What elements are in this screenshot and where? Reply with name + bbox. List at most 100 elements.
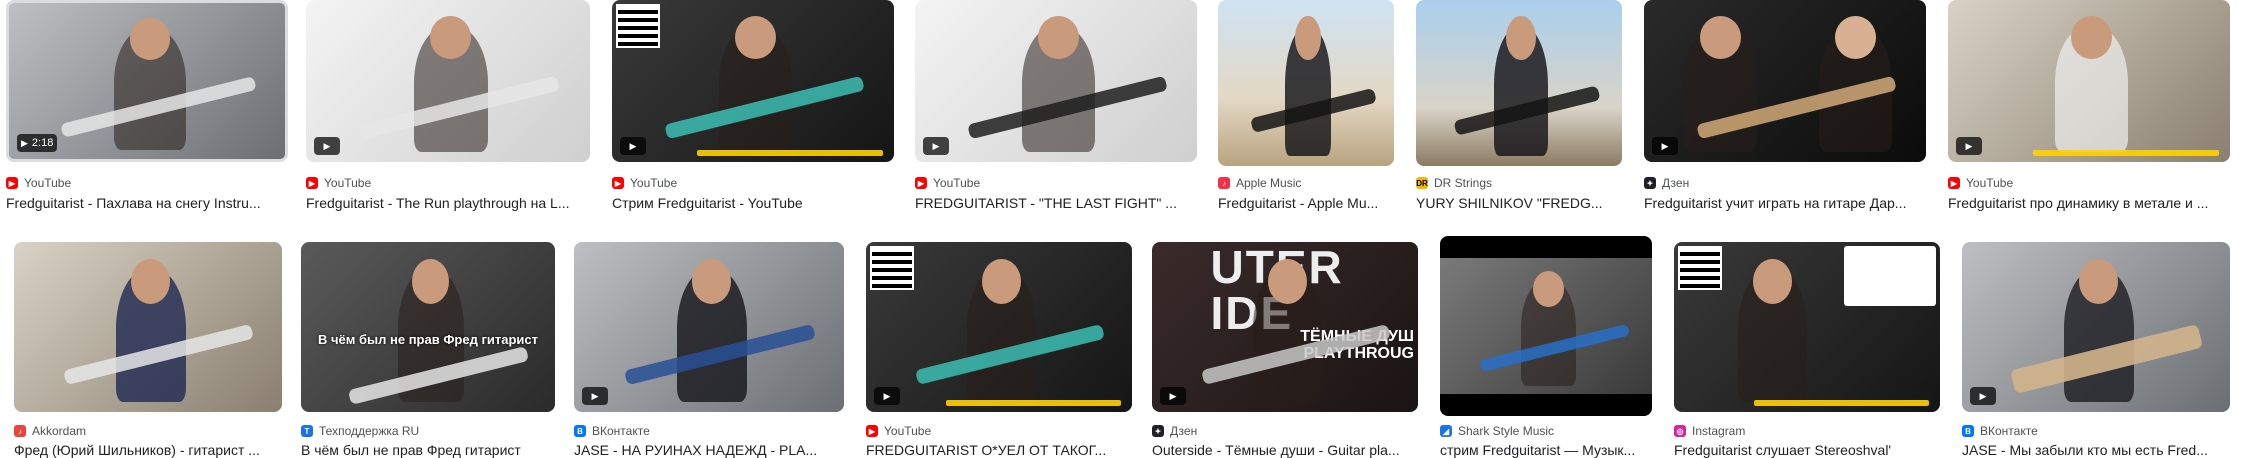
source-label: B ВКонтакте <box>1962 424 2038 438</box>
result-title[interactable]: JASE - Мы забыли кто мы есть Fred... <box>1962 442 2230 458</box>
result-title[interactable]: FREDGUITARIST - "THE LAST FIGHT" ... <box>915 195 1197 211</box>
apple-music-icon: ♪ <box>1218 177 1230 189</box>
shark-icon: ◢ <box>1440 425 1452 437</box>
result-title[interactable]: Fredguitarist слушает Stereoshval' <box>1674 442 1940 458</box>
result-card[interactable]: В чём был не прав Фред гитарист T Техподд… <box>301 242 555 458</box>
result-card[interactable]: ▶ ▶ YouTube Fredguitarist - The Run playt… <box>306 0 590 211</box>
source-label: ♪ Akkordam <box>14 424 86 438</box>
result-title[interactable]: Fredguitarist учит играть на гитаре Дар.… <box>1644 195 1926 211</box>
person-figure <box>719 15 793 153</box>
person-figure <box>1022 15 1096 153</box>
duration-badge: ▶ <box>874 387 900 405</box>
result-title[interactable]: В чём был не прав Фред гитарист <box>301 442 555 458</box>
donation-banner <box>2032 150 2219 156</box>
youtube-icon: ▶ <box>866 425 878 437</box>
source-label: ▶ YouTube <box>306 176 371 190</box>
source-label: ▶ YouTube <box>915 176 980 190</box>
source-label: B ВКонтакте <box>574 424 650 438</box>
person-figure <box>2063 258 2134 402</box>
duration-badge: ▶ <box>1970 387 1996 405</box>
result-card[interactable]: ▶ B ВКонтакте JASE - Мы забыли кто мы ест… <box>1962 242 2230 458</box>
thumbnail[interactable] <box>1674 242 1940 412</box>
result-title[interactable]: JASE - НА РУИНАХ НАДЕЖД - PLA... <box>574 442 844 458</box>
qr-code-icon <box>870 246 914 290</box>
result-card[interactable]: DR DR Strings YURY SHILNIKOV "FREDG... <box>1416 0 1622 211</box>
source-label: DR DR Strings <box>1416 176 1493 190</box>
person-figure <box>115 258 186 402</box>
thumbnail[interactable] <box>14 242 282 412</box>
thumbnail[interactable] <box>1416 0 1622 166</box>
result-title[interactable]: Outerside - Тёмные души - Guitar pla... <box>1152 442 1418 458</box>
youtube-icon: ▶ <box>306 177 318 189</box>
result-title[interactable]: Fredguitarist - Пахлава на снегу Instru.… <box>6 195 288 211</box>
result-title[interactable]: Фред (Юрий Шильников) - гитарист ... <box>14 442 282 458</box>
duration-badge: ▶ 2:18 <box>17 134 58 152</box>
result-title[interactable]: FREDGUITARIST О*УЕЛ ОТ ТАКОГ... <box>866 442 1132 458</box>
thumbnail[interactable]: ▶ <box>1644 0 1926 162</box>
dzen-icon: ✦ <box>1152 425 1164 437</box>
result-card[interactable]: ▶ ▶ YouTube Стрим Fredguitarist - YouTube <box>612 0 894 211</box>
result-title[interactable]: Fredguitarist про динамику в метале и ..… <box>1948 195 2230 211</box>
thumbnail[interactable]: ▶ 2:18 <box>6 0 288 162</box>
donation-banner <box>1753 400 1930 406</box>
source-label: ▶ YouTube <box>1948 176 2013 190</box>
play-icon: ▶ <box>21 137 28 148</box>
donation-banner <box>945 400 1122 406</box>
result-card[interactable]: ◎ Instagram Fredguitarist слушает Stereos… <box>1674 242 1940 458</box>
result-card[interactable]: ▶ ✦ Дзен Fredguitarist учит играть на гит… <box>1644 0 1926 211</box>
thumbnail[interactable]: ▶ <box>612 0 894 162</box>
play-icon: ▶ <box>629 140 637 151</box>
youtube-icon: ▶ <box>1948 177 1960 189</box>
person-figure <box>113 18 186 150</box>
result-title[interactable]: Fredguitarist - The Run playthrough на L… <box>306 195 590 211</box>
result-card[interactable]: ▶ B ВКонтакте JASE - НА РУИНАХ НАДЕЖД - P… <box>574 242 844 458</box>
thumbnail[interactable]: ▶ <box>306 0 590 162</box>
instagram-icon: ◎ <box>1674 425 1686 437</box>
thumbnail[interactable]: UTER IDE ТЁМНЫЕ ДУШ PLAYTHROUG ▶ <box>1152 242 1418 412</box>
thumbnail[interactable]: ▶ <box>1948 0 2230 162</box>
thumbnail[interactable] <box>1440 236 1652 416</box>
source-label: ♪ Apple Music <box>1218 176 1301 190</box>
youtube-icon: ▶ <box>612 177 624 189</box>
thumbnail[interactable] <box>1218 0 1394 166</box>
thumbnail[interactable]: ▶ <box>1962 242 2230 412</box>
thumbnail-caption: В чём был не прав Фред гитарист <box>318 332 538 347</box>
play-icon: ▶ <box>932 140 940 151</box>
result-title[interactable]: Fredguitarist - Apple Mu... <box>1218 195 1394 211</box>
play-icon: ▶ <box>1169 390 1177 401</box>
dr-strings-icon: DR <box>1416 177 1428 189</box>
result-card[interactable]: ◢ Shark Style Music стрим Fredguitarist —… <box>1440 236 1652 458</box>
result-card[interactable]: ♪ Akkordam Фред (Юрий Шильников) - гитари… <box>14 242 282 458</box>
play-icon: ▶ <box>1979 390 1987 401</box>
duration-badge: ▶ <box>1160 387 1186 405</box>
person-figure <box>2055 15 2129 153</box>
result-card[interactable]: ▶ ▶ YouTube FREDGUITARIST О*УЕЛ ОТ ТАКОГ.… <box>866 242 1132 458</box>
source-label: T Техподдержка RU <box>301 424 419 438</box>
qr-code-icon <box>616 4 660 48</box>
result-title[interactable]: YURY SHILNIKOV "FREDG... <box>1416 195 1622 211</box>
person-figure <box>1520 271 1576 386</box>
result-title[interactable]: Стрим Fredguitarist - YouTube <box>612 195 894 211</box>
result-card[interactable]: ▶ 2:18 ▶ YouTube Fredguitarist - Пахлава н… <box>6 0 288 211</box>
person-figure <box>967 258 1037 402</box>
duration-badge: ▶ <box>582 387 608 405</box>
result-card[interactable]: ▶ ▶ YouTube Fredguitarist про динамику в … <box>1948 0 2230 211</box>
result-card[interactable]: ▶ ▶ YouTube FREDGUITARIST - "THE LAST FIG… <box>915 0 1197 211</box>
music-player-window <box>1844 246 1936 306</box>
result-card[interactable]: ♪ Apple Music Fredguitarist - Apple Mu... <box>1218 0 1394 211</box>
thumbnail[interactable]: ▶ <box>574 242 844 412</box>
dzen-icon: ✦ <box>1644 177 1656 189</box>
duration-badge: ▶ <box>314 137 340 155</box>
result-title[interactable]: стрим Fredguitarist — Музык... <box>1440 442 1652 458</box>
duration-badge: ▶ <box>923 137 949 155</box>
thumbnail[interactable]: ▶ <box>866 242 1132 412</box>
akkordam-icon: ♪ <box>14 425 26 437</box>
duration-badge: ▶ <box>620 137 646 155</box>
source-label: ▶ YouTube <box>612 176 677 190</box>
thumbnail[interactable]: ▶ <box>915 0 1197 162</box>
result-card[interactable]: UTER IDE ТЁМНЫЕ ДУШ PLAYTHROUG ▶ ✦Дзен O… <box>1152 242 1418 458</box>
thumbnail[interactable]: В чём был не прав Фред гитарист <box>301 242 555 412</box>
source-label: ✦ Дзен <box>1152 424 1197 438</box>
vk-icon: B <box>1962 425 1974 437</box>
source-label: ▶ YouTube <box>866 424 931 438</box>
